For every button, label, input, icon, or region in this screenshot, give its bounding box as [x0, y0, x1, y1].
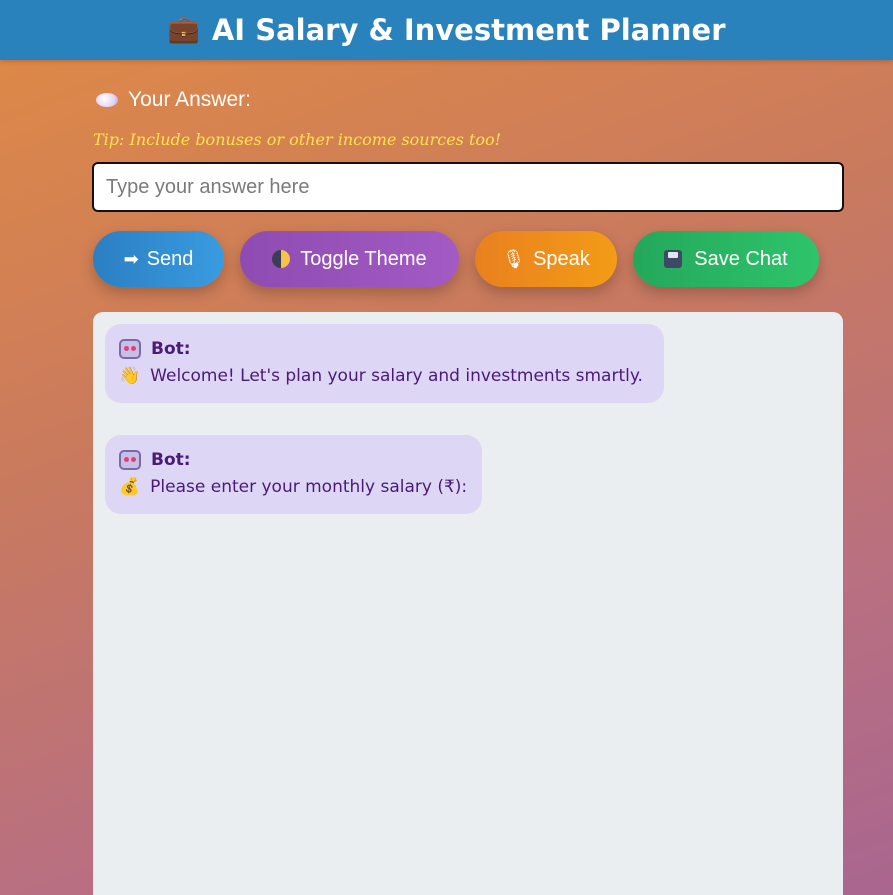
robot-icon [119, 450, 141, 470]
money-bag-icon: 💰 [119, 477, 141, 497]
speak-button-label: Speak [533, 247, 590, 270]
robot-icon [119, 339, 141, 359]
chat-message: Bot: 👋 Welcome! Let's plan your salary a… [105, 324, 664, 403]
answer-label: Your Answer: [96, 88, 251, 112]
floppy-disk-icon [664, 250, 683, 268]
send-button[interactable]: ➡ Send [93, 231, 224, 287]
message-text: Please enter your monthly salary (₹): [150, 477, 468, 497]
page-title: AI Salary & Investment Planner [211, 13, 726, 47]
message-sender: Bot: [151, 450, 191, 470]
briefcase-icon: 💼 [167, 15, 200, 45]
waving-hand-icon: 👋 [119, 366, 141, 386]
toggle-theme-button[interactable]: Toggle Theme [240, 231, 459, 287]
chat-message: Bot: 💰 Please enter your monthly salary … [105, 435, 482, 514]
send-button-label: Send [146, 247, 194, 270]
message-text: Welcome! Let's plan your salary and inve… [150, 366, 643, 386]
message-sender: Bot: [151, 339, 191, 359]
answer-label-text: Your Answer: [128, 88, 251, 111]
chat-window[interactable]: Bot: 👋 Welcome! Let's plan your salary a… [93, 312, 843, 895]
save-chat-button-label: Save Chat [694, 247, 788, 270]
microphone-icon: 🎙 [502, 248, 526, 269]
answer-input[interactable] [92, 162, 844, 212]
speech-bubble-icon [96, 93, 118, 107]
half-moon-icon [272, 250, 291, 268]
save-chat-button[interactable]: Save Chat [633, 231, 819, 287]
app-header: 💼 AI Salary & Investment Planner [0, 0, 893, 60]
speak-button[interactable]: 🎙 Speak [475, 231, 617, 287]
toggle-theme-button-label: Toggle Theme [300, 247, 427, 270]
tip-text: Tip: Include bonuses or other income sou… [93, 130, 502, 149]
arrow-right-icon: ➡ [123, 248, 139, 269]
